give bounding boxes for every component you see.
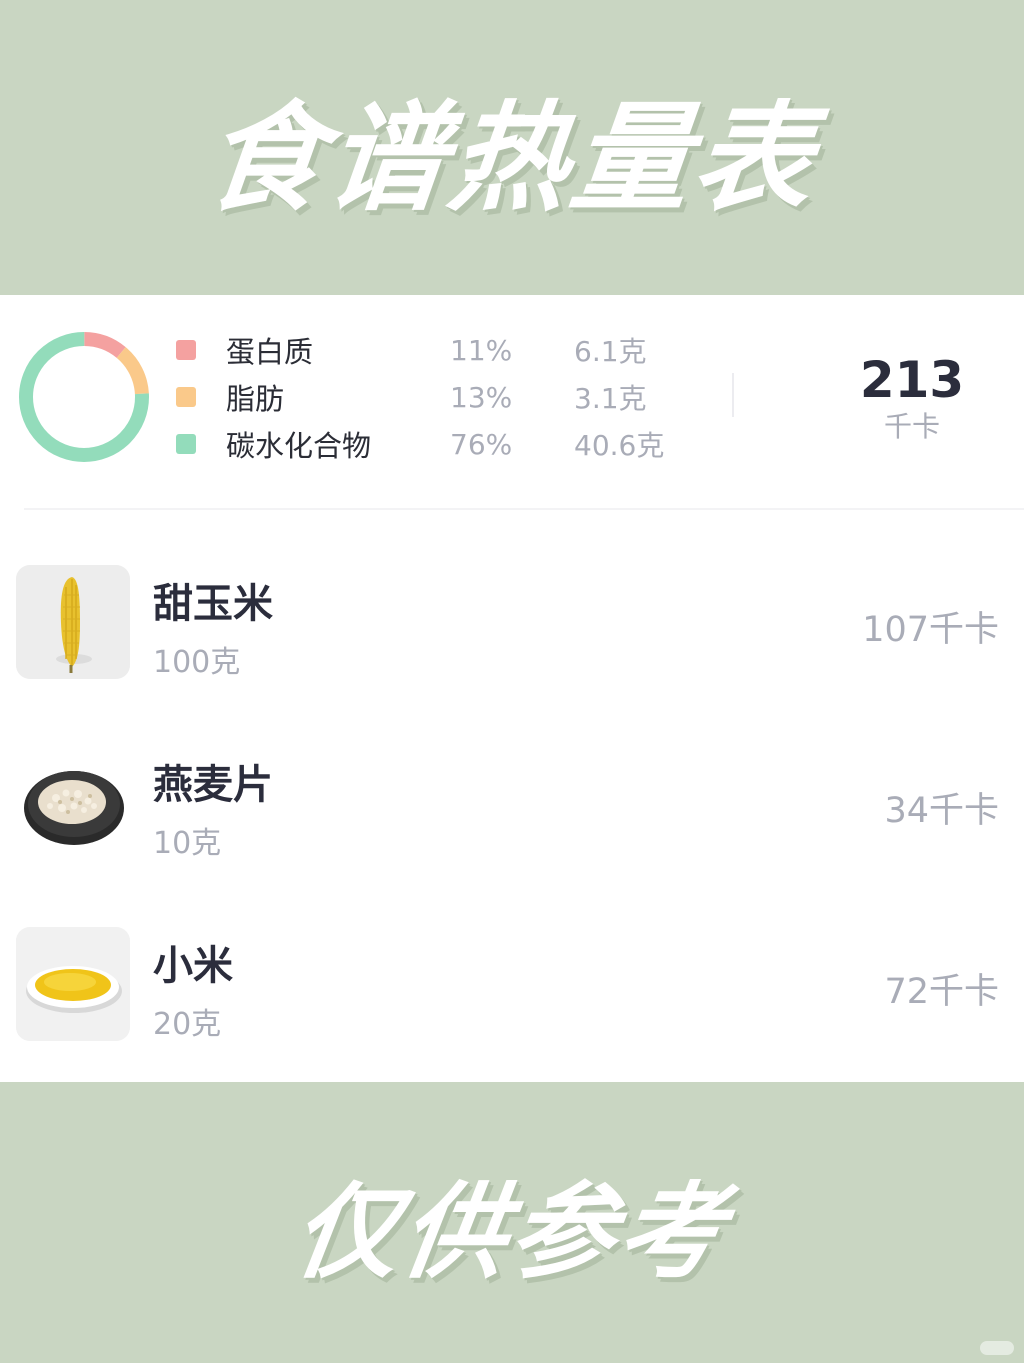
summary-divider <box>732 373 734 417</box>
food-item[interactable]: 甜玉米 100克 107千卡 <box>0 565 1024 683</box>
food-weight: 100克 <box>153 645 241 680</box>
food-calories: 72千卡 <box>884 972 999 1012</box>
total-calories-value: 213 <box>859 351 965 409</box>
food-calories: 107千卡 <box>862 610 999 650</box>
page-title: 食谱热量表 <box>198 89 824 227</box>
footer-banner: 仅供参考 <box>0 1082 1024 1363</box>
carbs-swatch <box>176 434 196 454</box>
food-item[interactable]: 小米 20克 72千卡 <box>0 927 1024 1045</box>
recipe-card: 蛋白质 11% 6.1克 脂肪 13% 3.1克 碳水化合物 76% 40.6克… <box>0 295 1024 1082</box>
legend-row-fat: 脂肪 13% 3.1克 <box>176 377 696 417</box>
food-weight: 10克 <box>153 826 222 861</box>
protein-swatch <box>176 340 196 360</box>
nutrition-summary: 蛋白质 11% 6.1克 脂肪 13% 3.1克 碳水化合物 76% 40.6克… <box>0 295 1024 507</box>
protein-amount: 6.1克 <box>574 335 647 368</box>
oats-image <box>16 746 130 860</box>
legend-row-protein: 蛋白质 11% 6.1克 <box>176 330 696 370</box>
food-name: 小米 <box>153 943 233 989</box>
protein-percent: 11% <box>450 333 513 367</box>
carbs-label: 碳水化合物 <box>226 429 372 463</box>
corn-image <box>16 565 130 679</box>
total-calories-unit: 千卡 <box>883 410 940 443</box>
title-banner: 食谱热量表 <box>0 0 1024 295</box>
food-item[interactable]: 燕麦片 10克 34千卡 <box>0 746 1024 864</box>
fat-amount: 3.1克 <box>574 382 647 415</box>
watermark <box>980 1341 1014 1355</box>
disclaimer-text: 仅供参考 <box>286 1171 736 1293</box>
section-divider <box>24 508 1024 510</box>
food-calories: 34千卡 <box>884 791 999 831</box>
carbs-amount: 40.6克 <box>574 429 665 462</box>
protein-label: 蛋白质 <box>226 335 314 369</box>
fat-label: 脂肪 <box>226 382 285 416</box>
millet-image <box>16 927 130 1041</box>
fat-swatch <box>176 387 196 407</box>
carbs-percent: 76% <box>450 427 513 461</box>
food-weight: 20克 <box>153 1007 222 1042</box>
legend-row-carbs: 碳水化合物 76% 40.6克 <box>176 424 696 464</box>
macro-donut-chart <box>19 332 149 462</box>
total-calories: 213 千卡 <box>832 349 992 443</box>
food-name: 甜玉米 <box>153 581 273 627</box>
food-name: 燕麦片 <box>153 762 273 808</box>
fat-percent: 13% <box>450 380 513 414</box>
